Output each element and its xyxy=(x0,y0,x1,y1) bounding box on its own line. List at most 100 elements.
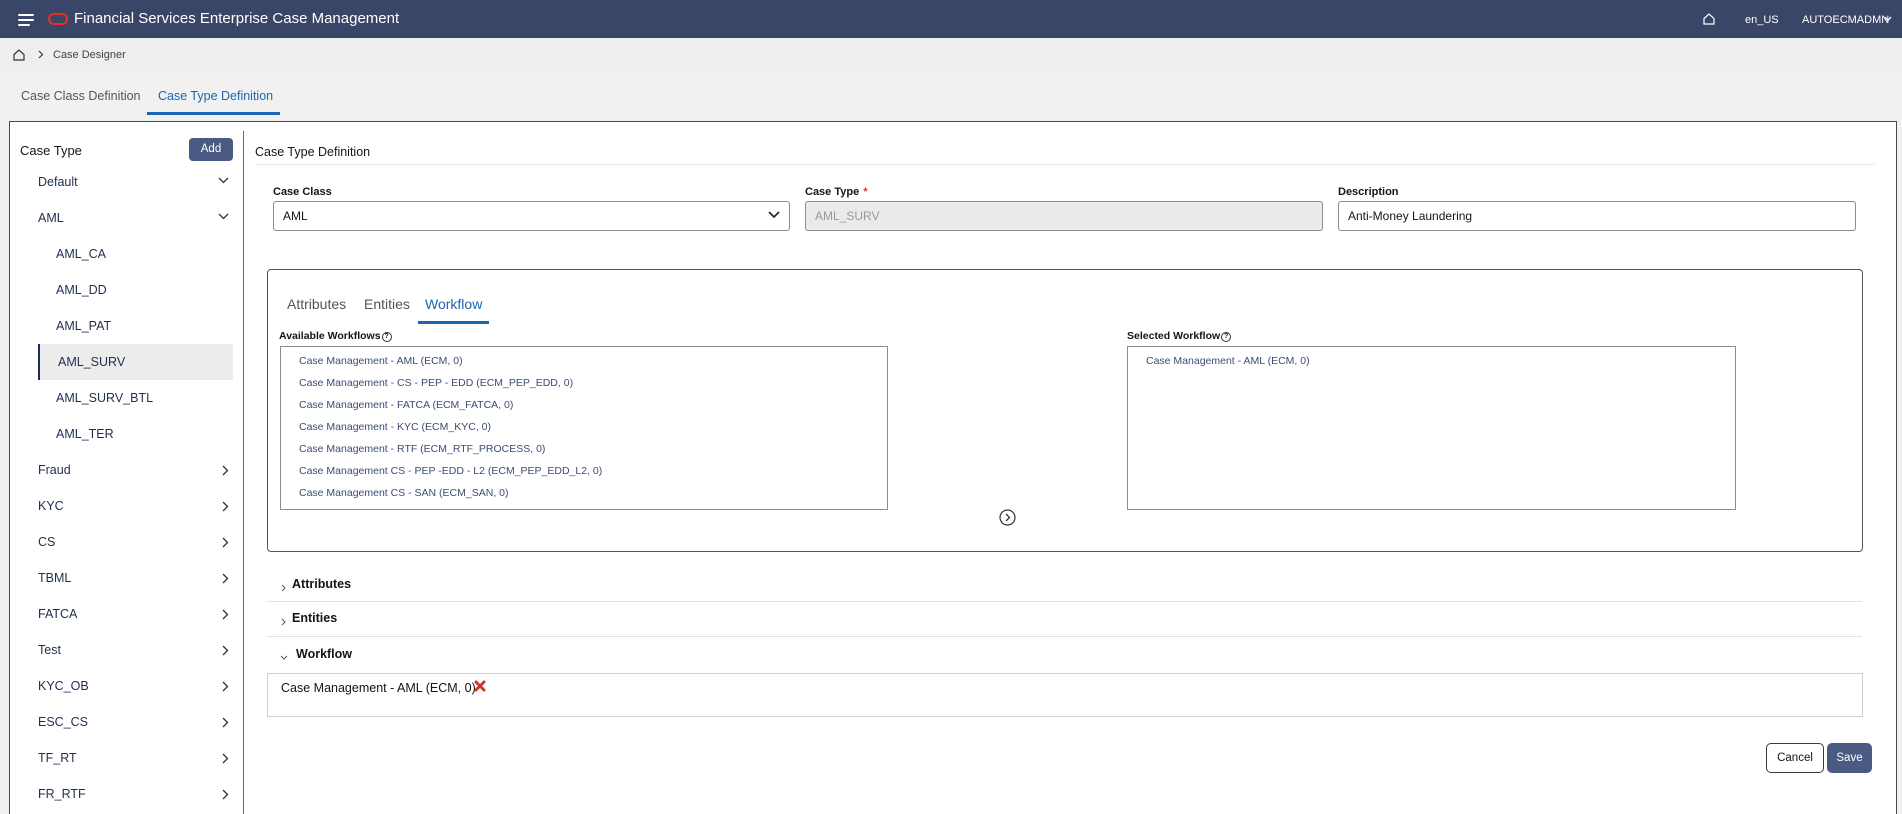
breadcrumb-current[interactable]: Case Designer xyxy=(53,49,126,61)
save-button[interactable]: Save xyxy=(1827,743,1872,773)
available-workflow-item[interactable]: Case Management - RTF (ECM_RTF_PROCESS, … xyxy=(299,443,545,455)
tree-item-fraud[interactable]: Fraud xyxy=(38,452,233,488)
tree-item-aml-surv[interactable]: AML_SURV xyxy=(38,344,233,380)
available-workflow-item[interactable]: Case Management - FATCA (ECM_FATCA, 0) xyxy=(299,399,513,411)
close-icon[interactable] xyxy=(474,680,486,692)
language-selector[interactable]: en_US xyxy=(1745,14,1779,26)
chevron-right-icon[interactable] xyxy=(222,537,229,548)
app-title: Financial Services Enterprise Case Manag… xyxy=(74,10,400,27)
available-workflow-item[interactable]: Case Management - KYC (ECM_KYC, 0) xyxy=(299,421,491,433)
selected-workflow-entry: Case Management - AML (ECM, 0) xyxy=(281,681,476,695)
chevron-down-icon[interactable] xyxy=(218,213,229,220)
case-type-field: AML_SURV xyxy=(805,201,1323,231)
chevron-right-icon[interactable] xyxy=(222,717,229,728)
cancel-button[interactable]: Cancel xyxy=(1766,743,1824,773)
arrow-right-circle-icon[interactable] xyxy=(999,509,1016,526)
tree-item-tbml[interactable]: TBML xyxy=(38,560,233,596)
case-class-label: Case Class xyxy=(273,186,332,198)
chevron-down-icon[interactable] xyxy=(1884,16,1892,22)
tree-item-aml-ca[interactable]: AML_CA xyxy=(56,236,233,272)
accordion-divider xyxy=(267,636,1862,637)
case-class-select[interactable]: AML xyxy=(273,201,790,231)
case-type-label-text: Case Type xyxy=(805,186,860,198)
active-tab-indicator xyxy=(147,112,280,115)
description-field[interactable]: Anti-Money Laundering xyxy=(1338,201,1856,231)
tab-workflow[interactable]: Workflow xyxy=(425,296,482,312)
chevron-right-icon[interactable] xyxy=(281,584,286,592)
help-icon[interactable]: ? xyxy=(381,332,392,342)
chevron-right-icon[interactable] xyxy=(222,609,229,620)
user-menu[interactable]: AUTOECMADMN xyxy=(1802,14,1889,26)
add-case-type-button[interactable]: Add xyxy=(189,138,233,161)
case-type-label: Case Type * xyxy=(805,186,868,198)
chevron-down-icon[interactable] xyxy=(768,211,780,219)
tree-item-label: KYC_OB xyxy=(38,679,89,693)
tree-item-label: FR_RTF xyxy=(38,787,86,801)
chevron-right-icon[interactable] xyxy=(222,465,229,476)
active-inner-tab-indicator xyxy=(418,321,489,324)
tree-item-label: ESC_CS xyxy=(38,715,89,729)
available-workflows-label: Available Workflows? xyxy=(279,330,392,342)
chevron-down-icon[interactable] xyxy=(280,655,288,660)
tree-item-label: TBML xyxy=(38,571,72,585)
workflow-accordion-body xyxy=(267,673,1863,717)
tree-item-label: KYC xyxy=(38,499,64,513)
tree-item-aml-dd[interactable]: AML_DD xyxy=(56,272,233,308)
home-icon[interactable] xyxy=(1702,12,1716,26)
tree-item-label: CS xyxy=(38,535,56,549)
tree-item-fatca[interactable]: FATCA xyxy=(38,596,233,632)
header-bar: Financial Services Enterprise Case Manag… xyxy=(0,0,1902,38)
tree-item-aml-ter[interactable]: AML_TER xyxy=(56,416,233,452)
home-icon[interactable] xyxy=(12,48,26,62)
chevron-right-icon[interactable] xyxy=(222,501,229,512)
selected-workflow-text: Selected Workflow xyxy=(1127,330,1221,342)
tree-item-kyc-ob[interactable]: KYC_OB xyxy=(38,668,233,704)
description-label: Description xyxy=(1338,186,1399,198)
chevron-right-icon[interactable] xyxy=(222,573,229,584)
tree-item-label: AML xyxy=(38,211,64,225)
section-title: Case Type Definition xyxy=(255,145,371,159)
tree-item-default[interactable]: Default xyxy=(38,164,233,200)
menu-icon[interactable] xyxy=(18,14,34,26)
tab-entities[interactable]: Entities xyxy=(364,296,410,312)
tree-item-label: Test xyxy=(38,643,61,657)
chevron-right-icon[interactable] xyxy=(222,789,229,800)
accordion-divider xyxy=(267,601,1862,602)
tree-item-label: TF_RT xyxy=(38,751,77,765)
chevron-down-icon[interactable] xyxy=(218,177,229,184)
required-mark: * xyxy=(863,186,868,198)
help-icon[interactable]: ? xyxy=(1221,332,1232,342)
selected-workflow-list[interactable] xyxy=(1127,346,1736,510)
available-workflow-item[interactable]: Case Management - CS - PEP - EDD (ECM_PE… xyxy=(299,377,573,389)
tree-item-aml[interactable]: AML xyxy=(38,200,233,236)
tree-item-label: Default xyxy=(38,175,78,189)
chevron-right-icon[interactable] xyxy=(222,753,229,764)
tree-item-tf-rt[interactable]: TF_RT xyxy=(38,740,233,776)
tab-case-type-definition[interactable]: Case Type Definition xyxy=(158,89,273,103)
tree-item-esc-cs[interactable]: ESC_CS xyxy=(38,704,233,740)
chevron-right-icon[interactable] xyxy=(222,645,229,656)
chevron-right-icon[interactable] xyxy=(222,681,229,692)
tree-item-kyc[interactable]: KYC xyxy=(38,488,233,524)
tab-attributes[interactable]: Attributes xyxy=(287,296,346,312)
accordion-workflow[interactable]: Workflow xyxy=(296,647,352,661)
chevron-right-icon[interactable] xyxy=(281,618,286,626)
selected-workflow-item[interactable]: Case Management - AML (ECM, 0) xyxy=(1146,355,1310,367)
available-workflows-text: Available Workflows xyxy=(279,330,381,342)
accordion-attributes[interactable]: Attributes xyxy=(292,577,351,591)
available-workflow-item[interactable]: Case Management CS - PEP -EDD - L2 (ECM_… xyxy=(299,465,602,477)
available-workflow-item[interactable]: Case Management CS - SAN (ECM_SAN, 0) xyxy=(299,487,509,499)
tree-item-cs[interactable]: CS xyxy=(38,524,233,560)
oracle-logo xyxy=(48,13,68,25)
tree-item-fr-rtf[interactable]: FR_RTF xyxy=(38,776,233,812)
case-class-value: AML xyxy=(283,209,308,223)
available-workflow-item[interactable]: Case Management - AML (ECM, 0) xyxy=(299,355,463,367)
panel-divider xyxy=(243,131,244,814)
tree-item-label: FATCA xyxy=(38,607,78,621)
tab-case-class-definition[interactable]: Case Class Definition xyxy=(21,89,141,103)
selected-workflow-label: Selected Workflow? xyxy=(1127,330,1232,342)
tree-item-aml-surv-btl[interactable]: AML_SURV_BTL xyxy=(56,380,233,416)
tree-item-aml-pat[interactable]: AML_PAT xyxy=(56,308,233,344)
tree-item-test[interactable]: Test xyxy=(38,632,233,668)
accordion-entities[interactable]: Entities xyxy=(292,611,337,625)
